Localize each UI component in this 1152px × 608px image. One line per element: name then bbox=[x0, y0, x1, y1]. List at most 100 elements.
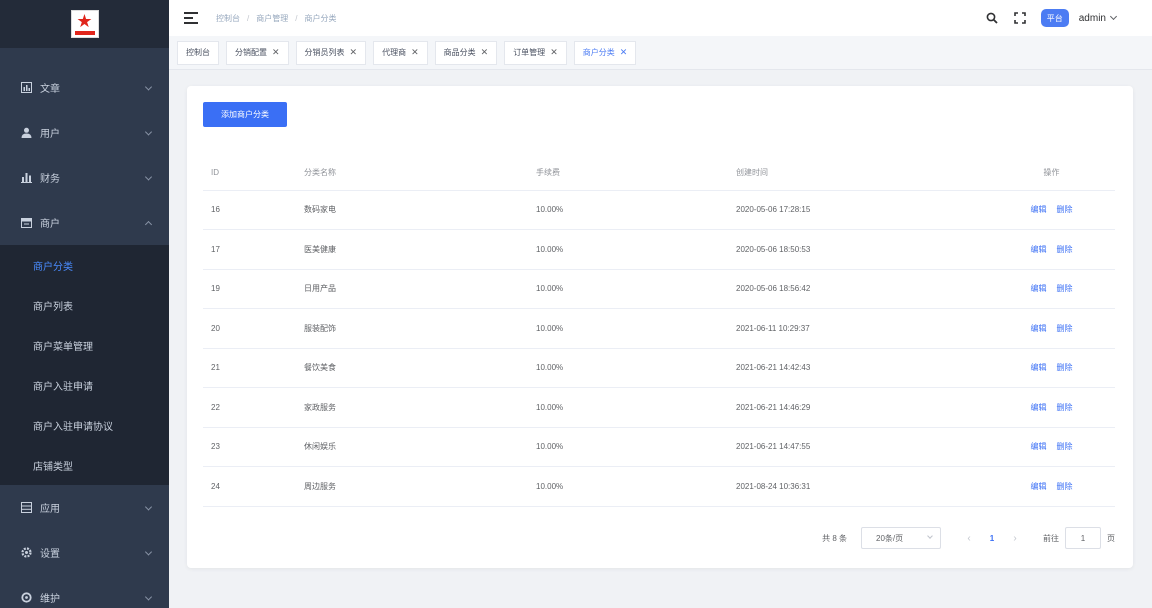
sidebar-nav: 文章 用户 财务 商户 商户分类 商户列表 商户菜单管理 商户入驻申请 商户入驻… bbox=[0, 65, 169, 608]
chevron-down-icon bbox=[144, 82, 153, 91]
column-header-id: ID bbox=[203, 155, 296, 191]
edit-link[interactable]: 编辑 bbox=[1031, 442, 1047, 451]
edit-link[interactable]: 编辑 bbox=[1031, 245, 1047, 254]
delete-link[interactable]: 删除 bbox=[1057, 403, 1073, 412]
cell-time: 2021-06-11 10:29:37 bbox=[728, 308, 988, 349]
page-suffix: 页 bbox=[1107, 533, 1115, 543]
cell-time: 2020-05-06 18:50:53 bbox=[728, 229, 988, 270]
tag-distributor-list[interactable]: 分销员列表 ✕ bbox=[295, 40, 367, 65]
close-icon[interactable]: ✕ bbox=[411, 47, 419, 58]
cell-id: 16 bbox=[203, 190, 296, 230]
table-row: 21 餐饮美食 10.00% 2021-06-21 14:42:43 编辑 删除 bbox=[203, 348, 1115, 388]
delete-link[interactable]: 删除 bbox=[1057, 482, 1073, 491]
tag-merchant-category[interactable]: 商户分类 ✕ bbox=[573, 40, 637, 65]
delete-link[interactable]: 删除 bbox=[1057, 442, 1073, 451]
edit-link[interactable]: 编辑 bbox=[1031, 324, 1047, 333]
sidebar-item-settings[interactable]: 设置 bbox=[0, 530, 169, 575]
chevron-down-icon[interactable] bbox=[1109, 12, 1118, 20]
goto-page-input[interactable]: 1 bbox=[1065, 527, 1101, 549]
cell-actions: 编辑 删除 bbox=[988, 387, 1115, 428]
close-icon[interactable]: ✕ bbox=[272, 47, 280, 58]
breadcrumb-item[interactable]: 商户管理 bbox=[256, 13, 288, 24]
tag-dashboard[interactable]: 控制台 bbox=[177, 40, 219, 65]
fullscreen-icon[interactable] bbox=[1013, 11, 1027, 25]
chart-icon bbox=[20, 82, 32, 94]
sidebar-item-label: 财务 bbox=[40, 174, 60, 185]
sidebar-item-label: 维护 bbox=[40, 594, 60, 605]
breadcrumb: 控制台 / 商户管理 / 商户分类 bbox=[216, 13, 337, 24]
submenu-item-store-type[interactable]: 店铺类型 bbox=[0, 445, 169, 485]
edit-link[interactable]: 编辑 bbox=[1031, 482, 1047, 491]
cell-actions: 编辑 删除 bbox=[988, 190, 1115, 230]
cell-actions: 编辑 删除 bbox=[988, 348, 1115, 388]
next-page-icon[interactable]: › bbox=[1005, 533, 1025, 544]
edit-link[interactable]: 编辑 bbox=[1031, 403, 1047, 412]
chevron-down-icon bbox=[144, 592, 153, 601]
sidebar-item-label: 文章 bbox=[40, 84, 60, 95]
delete-link[interactable]: 删除 bbox=[1057, 245, 1073, 254]
sidebar-item-maintenance[interactable]: 维护 bbox=[0, 575, 169, 608]
chevron-down-icon bbox=[144, 172, 153, 181]
sidebar-item-finance[interactable]: 财务 bbox=[0, 155, 169, 200]
cell-time: 2020-05-06 18:56:42 bbox=[728, 269, 988, 309]
platform-badge[interactable]: 平台 bbox=[1040, 9, 1069, 27]
cell-id: 20 bbox=[203, 308, 296, 349]
user-menu[interactable]: admin bbox=[1079, 13, 1106, 24]
pagination-total: 共 8 条 bbox=[822, 533, 847, 543]
breadcrumb-item[interactable]: 控制台 bbox=[216, 13, 240, 24]
delete-link[interactable]: 删除 bbox=[1057, 205, 1073, 214]
add-merchant-category-button[interactable]: 添加商户分类 bbox=[203, 102, 287, 127]
tag-distribution-config[interactable]: 分销配置 ✕ bbox=[226, 40, 289, 65]
tag-product-category[interactable]: 商品分类 ✕ bbox=[434, 40, 498, 65]
tags-view: 控制台 分销配置 ✕ 分销员列表 ✕ 代理商 ✕ 商品分类 ✕ 订单管理 ✕ 商户分类 ✕ bbox=[169, 36, 1152, 70]
cell-name: 服装配饰 bbox=[296, 308, 528, 349]
bar-chart-icon bbox=[20, 172, 32, 184]
chevron-down-icon bbox=[927, 533, 933, 539]
page-number[interactable]: 1 bbox=[979, 534, 1005, 543]
delete-link[interactable]: 删除 bbox=[1057, 284, 1073, 293]
close-icon[interactable]: ✕ bbox=[550, 47, 558, 58]
delete-link[interactable]: 删除 bbox=[1057, 363, 1073, 372]
submenu-item-merchant-category[interactable]: 商户分类 bbox=[0, 245, 169, 285]
edit-link[interactable]: 编辑 bbox=[1031, 284, 1047, 293]
merchant-submenu: 商户分类 商户列表 商户菜单管理 商户入驻申请 商户入驻申请协议 店铺类型 bbox=[0, 245, 169, 485]
cell-name: 日用产品 bbox=[296, 269, 528, 309]
top-header: 控制台 / 商户管理 / 商户分类 平台 admin bbox=[169, 0, 1152, 36]
tag-agent[interactable]: 代理商 ✕ bbox=[373, 40, 428, 65]
cell-id: 23 bbox=[203, 427, 296, 467]
sidebar-item-user[interactable]: 用户 bbox=[0, 110, 169, 155]
cell-id: 22 bbox=[203, 387, 296, 428]
chevron-up-icon bbox=[144, 220, 153, 228]
cell-name: 家政服务 bbox=[296, 387, 528, 428]
table-row: 20 服装配饰 10.00% 2021-06-11 10:29:37 编辑 删除 bbox=[203, 308, 1115, 349]
edit-link[interactable]: 编辑 bbox=[1031, 205, 1047, 214]
close-icon[interactable]: ✕ bbox=[481, 47, 489, 58]
cell-fee: 10.00% bbox=[528, 466, 728, 507]
sidebar-item-article[interactable]: 文章 bbox=[0, 65, 169, 110]
cell-name: 数码家电 bbox=[296, 190, 528, 230]
close-icon[interactable]: ✕ bbox=[350, 47, 358, 58]
cell-time: 2021-06-21 14:42:43 bbox=[728, 348, 988, 388]
grid-icon bbox=[20, 502, 32, 514]
table-row: 24 周边服务 10.00% 2021-08-24 10:36:31 编辑 删除 bbox=[203, 466, 1115, 507]
submenu-item-merchant-list[interactable]: 商户列表 bbox=[0, 285, 169, 325]
search-icon[interactable] bbox=[985, 11, 999, 25]
page-size-select[interactable]: 20条/页 bbox=[861, 527, 941, 549]
prev-page-icon[interactable]: ‹ bbox=[959, 533, 979, 544]
sidebar-item-apps[interactable]: 应用 bbox=[0, 485, 169, 530]
header-actions: 平台 admin bbox=[985, 0, 1152, 36]
table-row: 16 数码家电 10.00% 2020-05-06 17:28:15 编辑 删除 bbox=[203, 190, 1115, 230]
edit-link[interactable]: 编辑 bbox=[1031, 363, 1047, 372]
close-icon[interactable]: ✕ bbox=[620, 47, 628, 58]
sidebar-item-label: 应用 bbox=[40, 504, 60, 515]
column-header-actions: 操作 bbox=[988, 155, 1115, 191]
delete-link[interactable]: 删除 bbox=[1057, 324, 1073, 333]
menu-toggle-icon[interactable] bbox=[184, 12, 198, 24]
tag-order-management[interactable]: 订单管理 ✕ bbox=[504, 40, 567, 65]
cell-time: 2021-06-21 14:46:29 bbox=[728, 387, 988, 428]
sidebar-item-merchant[interactable]: 商户 bbox=[0, 200, 169, 245]
submenu-item-application-agreement[interactable]: 商户入驻申请协议 bbox=[0, 405, 169, 445]
submenu-item-merchant-menu[interactable]: 商户菜单管理 bbox=[0, 325, 169, 365]
submenu-item-merchant-application[interactable]: 商户入驻申请 bbox=[0, 365, 169, 405]
cell-actions: 编辑 删除 bbox=[988, 308, 1115, 349]
